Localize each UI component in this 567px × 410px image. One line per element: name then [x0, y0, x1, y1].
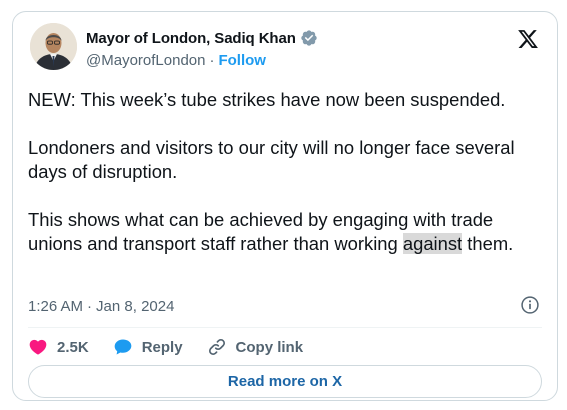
tweet-paragraph-1: NEW: This week’s tube strikes have now b…: [28, 89, 506, 110]
avatar[interactable]: [30, 23, 77, 70]
divider: [28, 327, 542, 328]
read-more-button[interactable]: Read more on X: [28, 365, 542, 398]
avatar-image: [30, 23, 77, 70]
info-icon[interactable]: [520, 295, 540, 315]
author-name[interactable]: Mayor of London, Sadiq Khan: [86, 30, 296, 47]
tweet-time: 1:26 AM: [28, 298, 84, 315]
heart-icon: [29, 339, 47, 355]
handle-separator: ·: [209, 52, 215, 69]
tweet-card: Mayor of London, Sadiq Khan @MayorofLond…: [12, 11, 558, 401]
verified-badge-icon: [300, 29, 318, 47]
reply-button[interactable]: Reply: [113, 337, 183, 357]
link-icon: [208, 338, 225, 356]
tweet-paragraph-2: Londoners and visitors to our city will …: [28, 137, 515, 182]
reply-bubble-icon: [114, 339, 132, 355]
reply-label: Reply: [141, 338, 183, 356]
tweet-date: Jan 8, 2024: [96, 298, 175, 315]
like-count: 2.5K: [57, 338, 89, 356]
tweet-timestamp[interactable]: 1:26 AM · Jan 8, 2024: [28, 298, 174, 315]
author-name-row: Mayor of London, Sadiq Khan: [86, 29, 318, 47]
copy-link-label: Copy link: [235, 338, 304, 356]
like-button[interactable]: 2.5K: [28, 337, 89, 357]
x-logo-icon[interactable]: [517, 28, 539, 50]
copy-link-button[interactable]: Copy link: [207, 337, 304, 357]
tweet-actions: 2.5K Reply Copy link: [28, 334, 327, 360]
tweet-paragraph-3: This shows what can be achieved by engag…: [28, 208, 548, 256]
handle-row: @MayorofLondon · Follow: [86, 52, 266, 69]
tweet-paragraph-3-end: them.: [462, 233, 514, 254]
highlighted-word: against: [402, 233, 463, 254]
author-handle[interactable]: @MayorofLondon: [86, 52, 205, 69]
timestamp-separator: ·: [87, 298, 93, 315]
follow-button[interactable]: Follow: [218, 52, 266, 69]
tweet-text: NEW: This week’s tube strikes have now b…: [28, 88, 548, 256]
